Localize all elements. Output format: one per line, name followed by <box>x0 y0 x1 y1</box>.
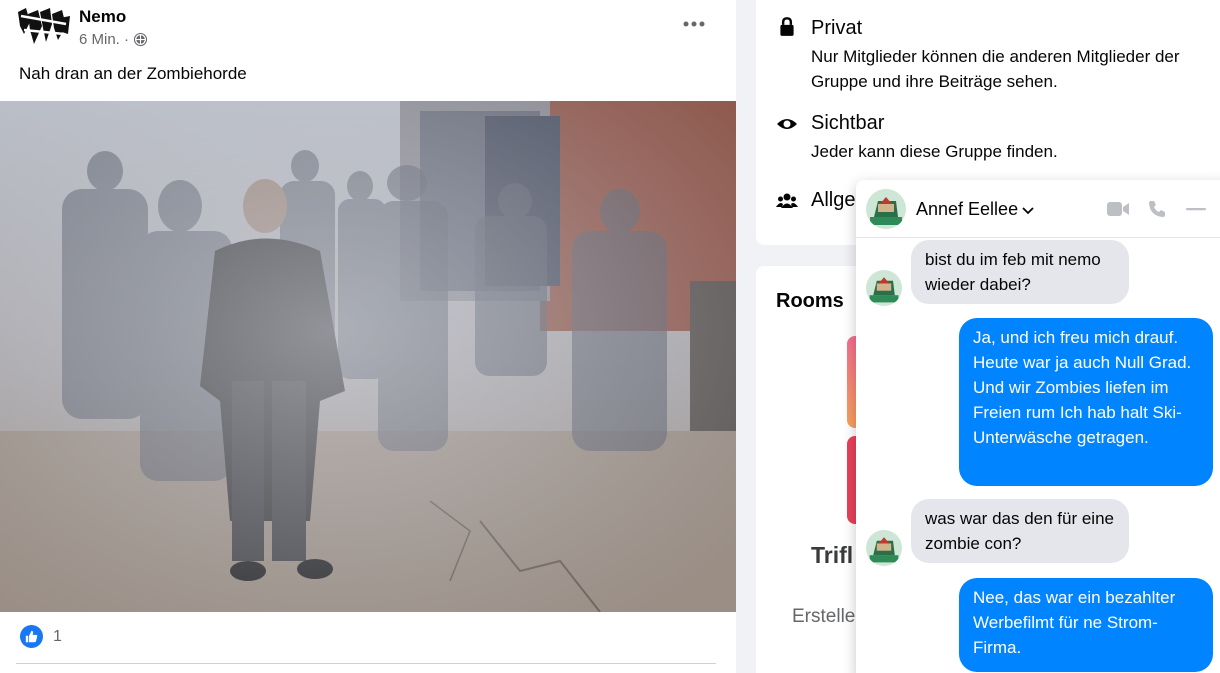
message-outgoing[interactable]: Ja, und ich freu mich drauf. Heute war j… <box>959 318 1213 486</box>
chat-header: Annef Eellee <box>856 180 1220 238</box>
chevron-down-icon <box>1022 199 1034 220</box>
divider <box>16 663 716 664</box>
message-incoming[interactable]: bist du im feb mit nemo wieder dabei? <box>911 240 1129 304</box>
reaction-summary[interactable]: 1 <box>20 625 62 648</box>
contact-avatar[interactable] <box>866 189 906 229</box>
eye-icon <box>776 113 798 135</box>
post-card: Nemo 6 Min. · Nah dran an der Zombiehord… <box>0 0 736 673</box>
post-photo[interactable] <box>0 101 736 612</box>
post-meta: 6 Min. · <box>79 31 148 48</box>
post-header: Nemo 6 Min. · <box>0 0 736 56</box>
general-title: Allge <box>811 189 856 211</box>
message-avatar[interactable] <box>866 270 902 306</box>
author-avatar[interactable] <box>16 4 72 50</box>
message-avatar[interactable] <box>866 530 902 566</box>
video-call-icon[interactable] <box>1105 197 1131 221</box>
lock-icon <box>776 15 798 37</box>
contact-name[interactable]: Annef Eellee <box>916 199 1034 220</box>
post-text: Nah dran an der Zombiehorde <box>19 64 247 83</box>
chat-window: Annef Eellee bist du im feb mit nemo wie… <box>856 180 1220 673</box>
like-icon <box>20 625 43 648</box>
rooms-title: Rooms <box>776 290 844 312</box>
visibility-description: Jeder kann diese Gruppe finden. <box>811 142 1058 161</box>
minimize-icon[interactable] <box>1183 197 1209 221</box>
privacy-description: Nur Mitglieder können die anderen Mitgli… <box>811 47 1180 91</box>
post-time[interactable]: 6 Min. · <box>79 31 129 48</box>
privacy-title: Privat <box>811 17 863 39</box>
contact-name-text: Annef Eellee <box>916 199 1019 219</box>
author-name[interactable]: Nemo <box>79 7 126 27</box>
group-icon <box>776 190 798 212</box>
more-horizontal-icon[interactable] <box>676 10 712 38</box>
phone-icon[interactable] <box>1144 197 1170 221</box>
rooms-heading: Trifl <box>811 542 854 568</box>
rooms-text: Erstelle <box>792 606 856 627</box>
globe-icon <box>133 32 148 47</box>
visibility-title: Sichtbar <box>811 112 885 134</box>
message-incoming[interactable]: was war das den für eine zombie con? <box>911 499 1129 563</box>
message-outgoing[interactable]: Nee, das war ein bezahlter Werbefilmt fü… <box>959 578 1213 672</box>
like-count: 1 <box>53 627 62 645</box>
